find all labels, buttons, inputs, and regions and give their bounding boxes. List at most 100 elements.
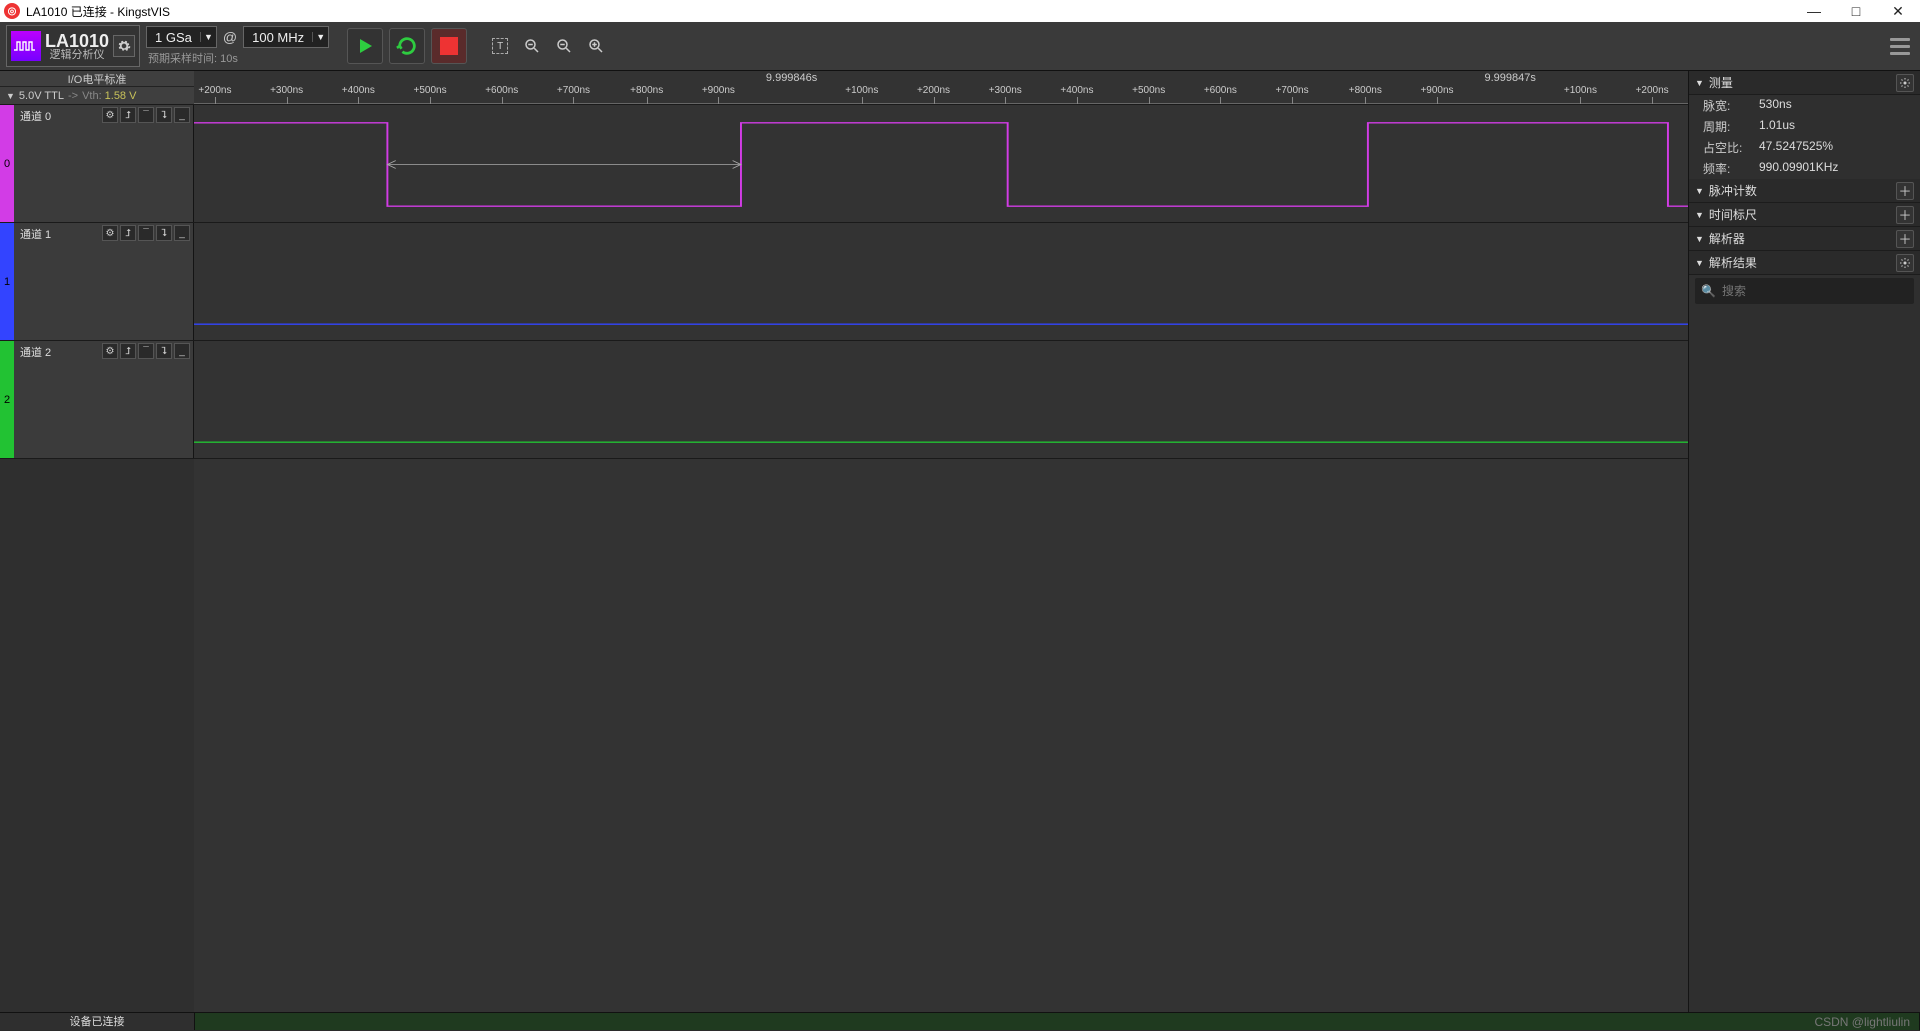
channel-panel[interactable]: 通道 1⚙⮥¯⮧_	[14, 223, 194, 340]
ruler-tick-label: +200ns	[917, 85, 950, 96]
trigger-rising-button[interactable]: ⮥	[120, 107, 136, 123]
ruler-tick-label: +100ns	[845, 85, 878, 96]
hamburger-icon	[1890, 38, 1910, 41]
channel-settings-button[interactable]: ⚙	[102, 107, 118, 123]
ruler-tick-label: +400ns	[1060, 85, 1093, 96]
zoom-fit-icon	[523, 37, 541, 55]
ruler-tick-label: +600ns	[485, 85, 518, 96]
device-box: LA1010 逻辑分析仪	[6, 25, 140, 67]
ruler-tick-label: +400ns	[342, 85, 375, 96]
chevron-down-icon: ▼	[1695, 234, 1704, 244]
measure-key: 脉宽:	[1703, 97, 1759, 114]
measure-key: 周期:	[1703, 118, 1759, 135]
app-icon: ◎	[4, 3, 20, 19]
parser-result-section-header[interactable]: ▼ 解析结果	[1689, 251, 1920, 275]
chevron-down-icon: ▼	[1695, 78, 1704, 88]
zoom-in-icon	[587, 37, 605, 55]
gear-icon	[1899, 257, 1911, 269]
measure-kv: 占空比:47.5247525%	[1689, 137, 1920, 158]
ruler-tick-label: +500ns	[1132, 85, 1165, 96]
device-name: LA1010	[45, 32, 109, 50]
parser-result-settings-button[interactable]	[1896, 254, 1914, 272]
ruler-tick-label: +100ns	[1564, 85, 1597, 96]
play-icon	[355, 36, 375, 56]
ruler-tick-label: +700ns	[557, 85, 590, 96]
sampling-hint: 预期采样时间: 10s	[146, 50, 329, 66]
search-input[interactable]	[1722, 284, 1908, 298]
measure-section-header[interactable]: ▼ 测量	[1689, 71, 1920, 95]
waveform-track[interactable]	[194, 223, 1688, 341]
trigger-low-button[interactable]: _	[174, 225, 190, 241]
zoom-fit-button[interactable]	[519, 33, 545, 59]
time-marker-section-header[interactable]: ▼ 时间标尺 ＋	[1689, 203, 1920, 227]
ruler-tick-label: +600ns	[1204, 85, 1237, 96]
trigger-low-button[interactable]: _	[174, 343, 190, 359]
ruler-tick-label: +200ns	[1636, 85, 1669, 96]
measure-value: 530ns	[1759, 97, 1910, 114]
os-titlebar: ◎ LA1010 已连接 - KingstVIS — □ ✕	[0, 0, 1920, 22]
channel-panel[interactable]: 通道 0 ⚙⮥¯⮧_	[14, 105, 194, 222]
at-label: @	[221, 29, 239, 45]
ruler-tick-label: +300ns	[989, 85, 1022, 96]
gear-icon	[117, 39, 131, 53]
channel-settings-button[interactable]: ⚙	[102, 343, 118, 359]
samples-combo[interactable]: 1 GSa▼	[146, 26, 217, 48]
minimize-button[interactable]: —	[1804, 3, 1824, 20]
menu-button[interactable]	[1886, 32, 1914, 60]
parser-add-button[interactable]: ＋	[1896, 230, 1914, 248]
pulse-count-section-header[interactable]: ▼ 脉冲计数 ＋	[1689, 179, 1920, 203]
trigger-falling-button[interactable]: ⮧	[156, 225, 172, 241]
measure-key: 频率:	[1703, 160, 1759, 177]
waveform-track[interactable]	[194, 105, 1688, 223]
trigger-high-button[interactable]: ¯	[138, 343, 154, 359]
measure-value: 1.01us	[1759, 118, 1910, 135]
parser-result-search[interactable]: 🔍	[1695, 278, 1914, 304]
zoom-out-button[interactable]	[551, 33, 577, 59]
channel-name: 通道 0	[20, 108, 51, 124]
stop-button[interactable]	[431, 28, 467, 64]
ruler-tick-label: +200ns	[198, 85, 231, 96]
close-button[interactable]: ✕	[1888, 3, 1908, 20]
text-cursor-icon: T	[492, 38, 508, 54]
watermark: CSDN @lightliulin	[1814, 1015, 1910, 1029]
ruler-tick-label: +800ns	[1349, 85, 1382, 96]
waveform-track[interactable]	[194, 341, 1688, 459]
text-cursor-tool[interactable]: T	[487, 33, 513, 59]
io-level-header: I/O电平标准	[0, 71, 194, 87]
trigger-rising-button[interactable]: ⮥	[120, 225, 136, 241]
right-panel: ▼ 测量 脉宽:530ns周期:1.01us占空比:47.5247525%频率:…	[1688, 71, 1920, 1012]
loop-icon	[396, 35, 418, 57]
channel-row: 0通道 0⚙⮥¯⮧_	[0, 105, 194, 223]
zoom-in-button[interactable]	[583, 33, 609, 59]
zoom-out-icon	[555, 37, 573, 55]
trigger-falling-button[interactable]: ⮧	[156, 343, 172, 359]
repeat-button[interactable]	[389, 28, 425, 64]
io-level-row[interactable]: ▼ 5.0V TTL -> Vth: 1.58 V	[0, 87, 194, 105]
channel-panel[interactable]: 通道 2⚙⮥¯⮧_	[14, 341, 194, 458]
trigger-falling-button[interactable]: ⮧	[156, 107, 172, 123]
time-ruler[interactable]: 9.999846s 9.999847s +200ns +300ns +400ns +500…	[194, 71, 1688, 105]
device-subtitle: 逻辑分析仪	[45, 50, 109, 61]
channel-settings-button[interactable]: ⚙	[102, 225, 118, 241]
gear-icon	[1899, 77, 1911, 89]
device-settings-button[interactable]	[113, 35, 135, 57]
rate-combo[interactable]: 100 MHz▼	[243, 26, 329, 48]
measure-value: 990.09901KHz	[1759, 160, 1910, 177]
measure-settings-button[interactable]	[1896, 74, 1914, 92]
ruler-abs-label: 9.999846s	[766, 72, 817, 84]
trigger-high-button[interactable]: ¯	[138, 107, 154, 123]
chevron-down-icon: ▼	[1695, 210, 1704, 220]
trigger-rising-button[interactable]: ⮥	[120, 343, 136, 359]
trigger-high-button[interactable]: ¯	[138, 225, 154, 241]
ruler-abs-label: 9.999847s	[1485, 72, 1536, 84]
chevron-down-icon: ▼	[1695, 258, 1704, 268]
pulse-count-add-button[interactable]: ＋	[1896, 182, 1914, 200]
maximize-button[interactable]: □	[1846, 3, 1866, 20]
parser-section-header[interactable]: ▼ 解析器 ＋	[1689, 227, 1920, 251]
measure-kv: 周期:1.01us	[1689, 116, 1920, 137]
run-button[interactable]	[347, 28, 383, 64]
chevron-down-icon: ▼	[200, 32, 216, 42]
trigger-low-button[interactable]: _	[174, 107, 190, 123]
time-marker-add-button[interactable]: ＋	[1896, 206, 1914, 224]
waveform-area[interactable]: 9.999846s 9.999847s +200ns +300ns +400ns +500…	[194, 71, 1688, 1012]
